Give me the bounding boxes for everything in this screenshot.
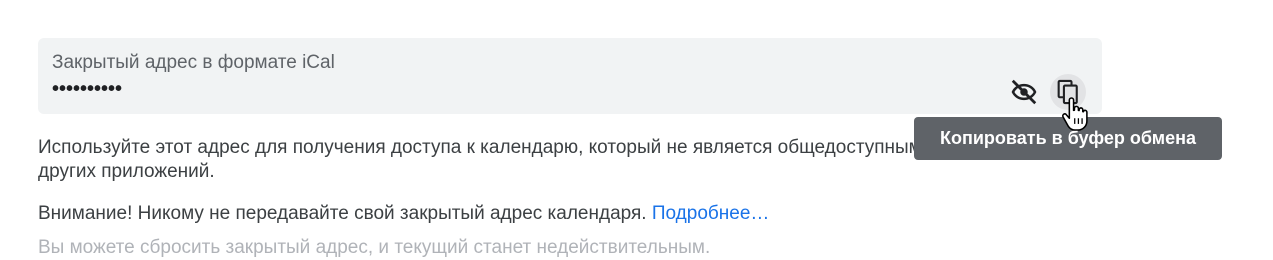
privacy-warning: Внимание! Никому не передавайте свой зак… — [38, 202, 769, 226]
privacy-warning-text: Внимание! Никому не передавайте свой зак… — [38, 203, 647, 224]
ical-address-field: Закрытый адрес в формате iCal •••••••••• — [38, 38, 1102, 114]
ical-address-masked-value: •••••••••• — [52, 78, 123, 100]
eye-off-icon — [1011, 79, 1037, 105]
toggle-visibility-button[interactable] — [1006, 74, 1042, 110]
learn-more-link[interactable]: Подробнее… — [652, 203, 770, 224]
ical-description-line1: Используйте этот адрес для получения дос… — [38, 137, 952, 158]
hand-pointer-icon — [1062, 97, 1088, 131]
ical-description-line2: других приложений. — [38, 161, 215, 182]
reset-address-text: Вы можете сбросить закрытый адрес, и тек… — [38, 237, 711, 258]
ical-address-label: Закрытый адрес в формате iCal — [52, 52, 335, 73]
